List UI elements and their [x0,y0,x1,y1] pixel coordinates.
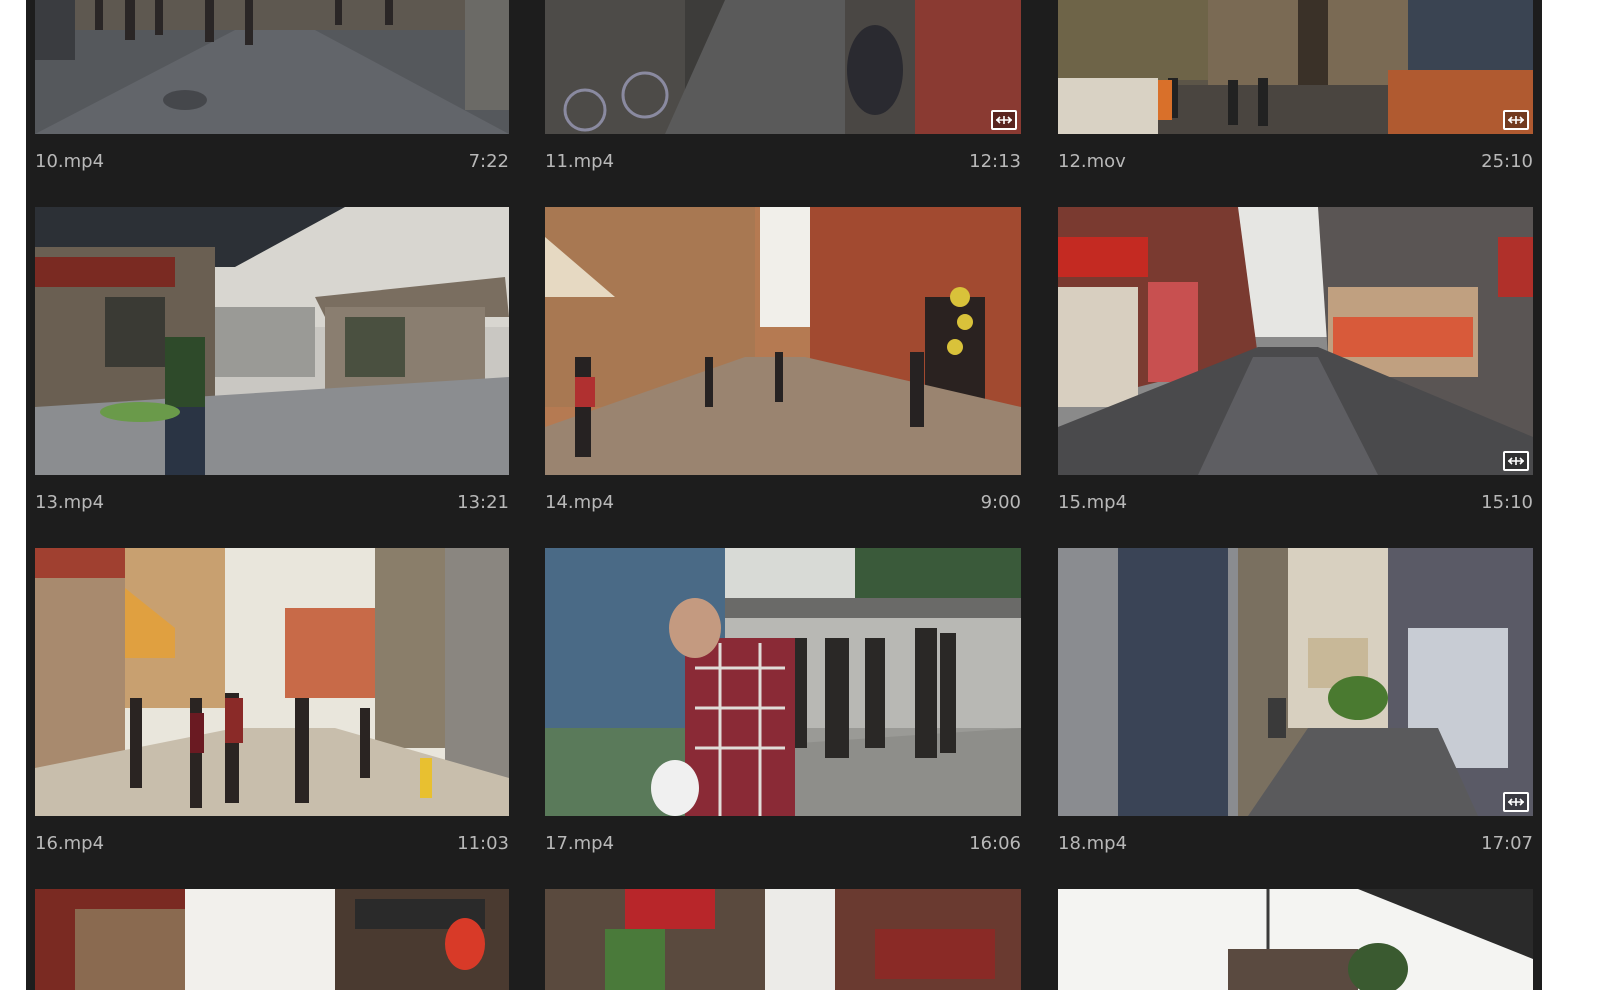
clip-meta: 14.mp4 9:00 [545,491,1021,515]
clip-thumbnail[interactable] [1058,548,1533,816]
clip-filename: 18.mp4 [1058,833,1128,854]
clip-thumbnail[interactable] [545,0,1021,134]
clip-filename: 15.mp4 [1058,492,1128,513]
clip-tile[interactable]: 12.mov 25:10 [1058,0,1533,180]
clip-thumbnail[interactable] [545,207,1021,475]
multicam-icon [1503,110,1529,130]
clip-tile[interactable]: 17.mp4 16:06 [545,548,1021,862]
clip-filename: 13.mp4 [35,492,105,513]
clip-tile[interactable]: 13.mp4 13:21 [35,207,509,521]
clip-meta: 16.mp4 11:03 [35,832,509,856]
clip-tile[interactable]: 11.mp4 12:13 [545,0,1021,180]
clip-thumbnail[interactable] [35,548,509,816]
clip-meta: 11.mp4 12:13 [545,150,1021,174]
clip-duration: 15:10 [1481,492,1533,513]
clip-thumbnail[interactable] [545,889,1021,990]
clip-thumbnail[interactable] [35,889,509,990]
clip-meta: 10.mp4 7:22 [35,150,509,174]
clip-duration: 7:22 [468,151,509,172]
clip-meta: 15.mp4 15:10 [1058,491,1533,515]
clip-meta: 13.mp4 13:21 [35,491,509,515]
clip-filename: 10.mp4 [35,151,105,172]
clip-thumbnail[interactable] [35,207,509,475]
clip-thumbnail[interactable] [1058,207,1533,475]
clip-duration: 16:06 [969,833,1021,854]
clip-meta: 12.mov 25:10 [1058,150,1533,174]
clip-duration: 11:03 [457,833,509,854]
clip-duration: 13:21 [457,492,509,513]
clip-thumbnail[interactable] [545,548,1021,816]
clip-filename: 17.mp4 [545,833,615,854]
clip-thumbnail[interactable] [35,0,509,134]
clip-duration: 9:00 [980,492,1021,513]
clip-tile[interactable]: 16.mp4 11:03 [35,548,509,862]
clip-duration: 12:13 [969,151,1021,172]
clip-grid-panel: 10.mp4 7:22 11.mp4 12:13 12.mov 25:10 13… [26,0,1542,990]
clip-filename: 16.mp4 [35,833,105,854]
clip-duration: 17:07 [1481,833,1533,854]
clip-filename: 14.mp4 [545,492,615,513]
multicam-icon [991,110,1017,130]
clip-tile[interactable] [35,889,509,990]
multicam-icon [1503,792,1529,812]
clip-meta: 17.mp4 16:06 [545,832,1021,856]
multicam-icon [1503,451,1529,471]
clip-tile[interactable] [545,889,1021,990]
clip-duration: 25:10 [1481,151,1533,172]
clip-thumbnail[interactable] [1058,0,1533,134]
clip-meta: 18.mp4 17:07 [1058,832,1533,856]
clip-tile[interactable]: 18.mp4 17:07 [1058,548,1533,862]
clip-tile[interactable]: 15.mp4 15:10 [1058,207,1533,521]
clip-tile[interactable] [1058,889,1533,990]
clip-tile[interactable]: 10.mp4 7:22 [35,0,509,180]
clip-filename: 11.mp4 [545,151,615,172]
clip-tile[interactable]: 14.mp4 9:00 [545,207,1021,521]
clip-filename: 12.mov [1058,151,1126,172]
clip-thumbnail[interactable] [1058,889,1533,990]
